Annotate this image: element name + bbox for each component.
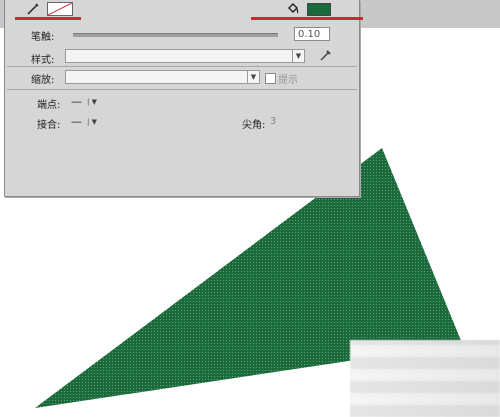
eyedropper-icon[interactable] xyxy=(318,49,332,63)
hint-label: 提示 xyxy=(278,75,298,86)
cap-select[interactable]: — xyxy=(71,95,82,108)
chevron-down-icon: ▼ xyxy=(292,50,304,62)
cap-label: 端点: xyxy=(37,100,61,111)
divider xyxy=(7,66,357,67)
stroke-highlight-underline xyxy=(15,17,81,20)
stroke-label: 笔触: xyxy=(31,32,55,43)
stroke-width-input[interactable]: 0.10 xyxy=(294,27,330,41)
chevron-down-icon[interactable]: | ▼ xyxy=(87,98,97,106)
panel-color-bar xyxy=(5,0,363,21)
chevron-down-icon[interactable]: | ▼ xyxy=(87,118,97,126)
miter-label: 尖角: xyxy=(242,120,266,131)
divider xyxy=(7,89,357,90)
pencil-icon[interactable] xyxy=(26,2,40,16)
properties-panel: 笔触: 0.10 样式: ▼ 缩放: ▼ 提示 端点: — | ▼ 接合: — … xyxy=(4,0,363,197)
pixelated-watermark-area xyxy=(350,340,500,417)
style-label: 样式: xyxy=(31,55,55,66)
chevron-down-icon: ▼ xyxy=(247,71,259,83)
fill-highlight-underline xyxy=(251,17,363,20)
style-select[interactable]: ▼ xyxy=(65,49,305,63)
hint-checkbox[interactable] xyxy=(265,73,276,84)
miter-value[interactable]: 3 xyxy=(270,116,276,127)
stroke-color-swatch[interactable] xyxy=(47,2,73,16)
join-label: 接合: xyxy=(37,120,61,131)
fill-color-swatch[interactable] xyxy=(307,3,331,16)
scale-label: 缩放: xyxy=(31,75,55,86)
join-select[interactable]: — xyxy=(71,115,82,128)
stroke-slider[interactable] xyxy=(73,33,278,37)
paint-bucket-icon[interactable] xyxy=(286,2,300,16)
scale-select[interactable]: ▼ xyxy=(65,70,260,84)
